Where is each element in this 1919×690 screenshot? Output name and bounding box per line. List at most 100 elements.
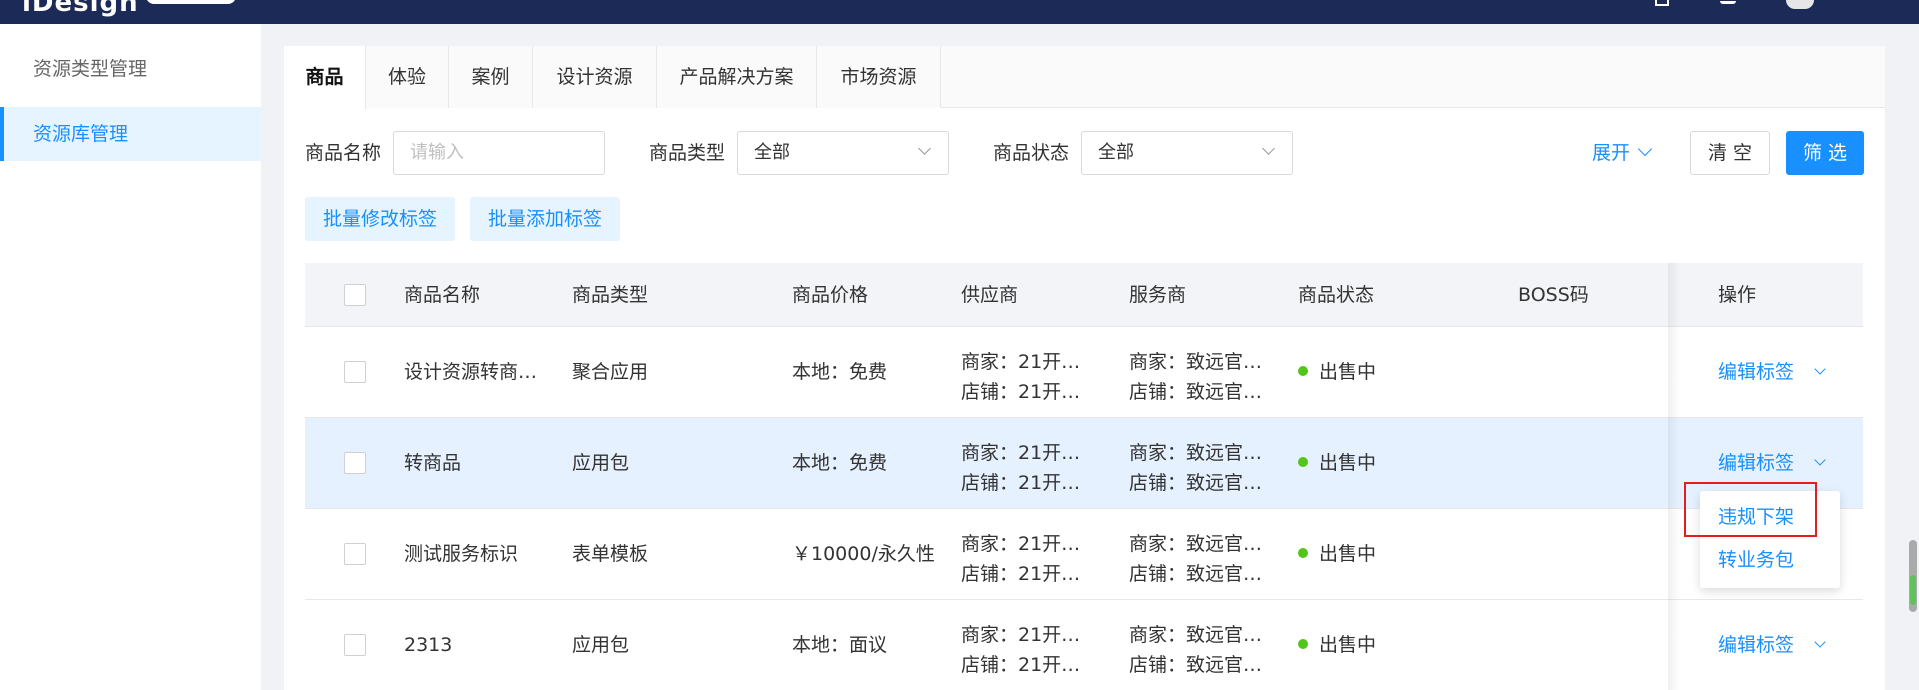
expand-filters-button[interactable]: 展开 [1592,133,1653,173]
goods-name-input[interactable]: 请输入 [393,131,605,175]
cell-status: 出售中 [1298,418,1376,509]
app-logo[interactable]: iDesign [22,0,139,18]
edit-tags-dropdown[interactable]: 编辑标签 [1718,327,1826,418]
column-header-type: 商品类型 [572,284,649,306]
column-header-boss-code: BOSS码 [1518,284,1589,306]
fixed-column-shadow [1668,263,1680,690]
cell-price: 本地：免费 [792,452,888,474]
cell-name: 测试服务标识 [404,543,519,565]
edit-tags-dropdown[interactable]: 编辑标签 [1718,600,1826,690]
tab-market-resources[interactable]: 市场资源 [817,46,941,108]
column-header-supplier: 供应商 [961,284,1019,306]
edit-tags-label: 编辑标签 [1718,361,1795,383]
provider-merchant: 商家：致远官… [1129,351,1263,373]
status-dot-icon [1298,456,1308,467]
user-avatar[interactable] [1786,0,1814,9]
tab-design-resources[interactable]: 设计资源 [533,46,657,108]
sidebar-item-resource-library-management[interactable]: 资源库管理 [0,107,261,161]
goods-status-value: 全部 [1098,142,1134,163]
tab-cases[interactable]: 案例 [449,46,533,108]
table-row: 2313 应用包 本地：面议 商家：21开… 店铺：21开… 商家：致远官… 店… [305,600,1863,690]
row-checkbox[interactable] [344,361,366,383]
supplier-store: 店铺：21开… [961,654,1081,676]
workspace-switcher[interactable] [146,0,236,4]
chevron-down-icon [918,142,931,155]
status-text: 出售中 [1319,634,1377,656]
cell-type: 应用包 [572,634,630,656]
tab-experience[interactable]: 体验 [366,46,449,108]
cell-supplier: 商家：21开… 店铺：21开… [961,529,1080,589]
column-header-price: 商品价格 [792,284,869,306]
provider-store: 店铺：致远官… [1129,381,1263,403]
chevron-down-icon [1262,142,1275,155]
category-tabs: 商品 体验 案例 设计资源 产品解决方案 市场资源 [284,46,1885,109]
column-header-status: 商品状态 [1298,284,1375,306]
supplier-merchant: 商家：21开… [961,442,1081,464]
column-header-name: 商品名称 [404,284,481,306]
goods-status-select[interactable]: 全部 [1081,131,1293,175]
goods-type-label: 商品类型 [649,142,726,164]
chevron-down-icon [1814,636,1826,648]
goods-type-select[interactable]: 全部 [737,131,949,175]
filter-button[interactable]: 筛 选 [1786,131,1864,175]
cell-status: 出售中 [1298,600,1376,690]
cell-supplier: 商家：21开… 店铺：21开… [961,347,1080,407]
table-row: 测试服务标识 表单模板 ￥10000/永久性 商家：21开… 店铺：21开… 商… [305,509,1863,600]
cell-type: 表单模板 [572,543,649,565]
sidebar: 资源类型管理 资源库管理 [0,24,261,690]
cell-name: 转商品 [404,452,462,474]
status-dot-icon [1298,638,1308,649]
status-dot-icon [1298,365,1308,376]
menu-item-convert-to-business-package[interactable]: 转业务包 [1718,545,1794,575]
cell-type: 聚合应用 [572,361,649,383]
cell-service-provider: 商家：致远官… 店铺：致远官… [1129,347,1262,407]
provider-store: 店铺：致远官… [1129,654,1263,676]
supplier-merchant: 商家：21开… [961,624,1081,646]
goods-name-label: 商品名称 [305,142,382,164]
supplier-merchant: 商家：21开… [961,351,1081,373]
select-all-checkbox[interactable] [344,284,366,306]
supplier-merchant: 商家：21开… [961,533,1081,555]
highlight-annotation-box [1684,482,1817,537]
cell-price: ￥10000/永久性 [792,543,935,565]
cell-name: 设计资源转商… [404,361,538,383]
scrollbar-indicator [1910,575,1916,605]
top-navigation-bar: iDesign [0,0,1919,24]
row-checkbox[interactable] [344,634,366,656]
edit-tags-label: 编辑标签 [1718,452,1795,474]
provider-merchant: 商家：致远官… [1129,442,1263,464]
cell-type: 应用包 [572,452,630,474]
supplier-store: 店铺：21开… [961,563,1081,585]
cell-supplier: 商家：21开… 店铺：21开… [961,438,1080,498]
supplier-store: 店铺：21开… [961,472,1081,494]
provider-merchant: 商家：致远官… [1129,533,1263,555]
status-text: 出售中 [1319,543,1377,565]
table-row: 设计资源转商… 聚合应用 本地：免费 商家：21开… 店铺：21开… 商家：致远… [305,327,1863,418]
cell-price: 本地：面议 [792,634,888,656]
cell-status: 出售中 [1298,327,1376,418]
notification-bell-icon[interactable] [1720,1,1736,4]
row-checkbox[interactable] [344,543,366,565]
tab-product-solutions[interactable]: 产品解决方案 [657,46,817,108]
clear-button[interactable]: 清 空 [1690,131,1770,175]
row-checkbox[interactable] [344,452,366,474]
chevron-down-icon [1814,454,1826,466]
status-dot-icon [1298,547,1308,558]
batch-edit-tags-button[interactable]: 批量修改标签 [305,197,456,241]
batch-add-tags-button[interactable]: 批量添加标签 [470,197,621,241]
supplier-store: 店铺：21开… [961,381,1081,403]
column-header-actions: 操作 [1718,284,1757,306]
provider-store: 店铺：致远官… [1129,472,1263,494]
status-text: 出售中 [1319,452,1377,474]
column-header-service-provider: 服务商 [1129,284,1187,306]
cell-service-provider: 商家：致远官… 店铺：致远官… [1129,620,1262,680]
goods-status-label: 商品状态 [993,142,1070,164]
goods-type-value: 全部 [754,142,790,163]
provider-store: 店铺：致远官… [1129,563,1263,585]
apps-grid-icon[interactable] [1655,0,1669,6]
chevron-down-icon [1814,363,1826,375]
tab-goods[interactable]: 商品 [284,46,366,109]
sidebar-item-resource-type-management[interactable]: 资源类型管理 [0,42,261,96]
status-text: 出售中 [1319,361,1377,383]
cell-service-provider: 商家：致远官… 店铺：致远官… [1129,529,1262,589]
